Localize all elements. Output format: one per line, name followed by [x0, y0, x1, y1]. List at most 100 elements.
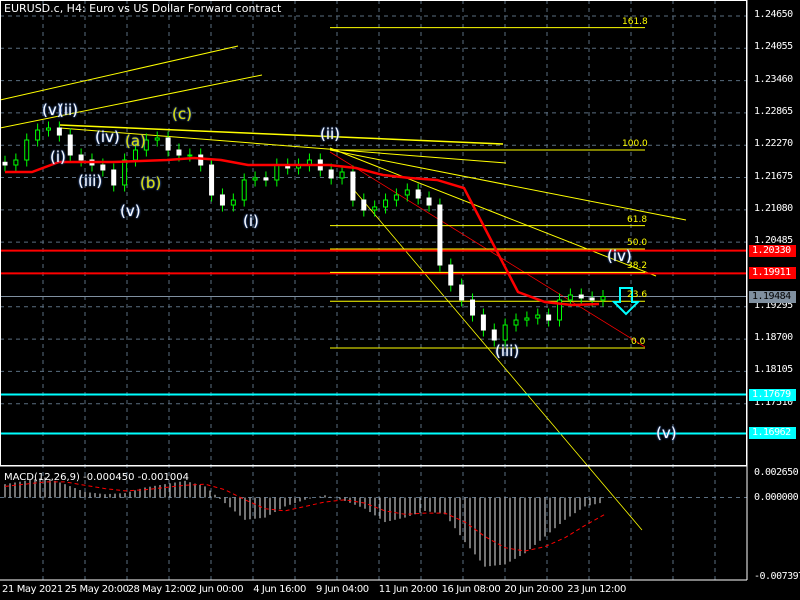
candle-body: [328, 169, 334, 179]
candle-body: [404, 189, 410, 196]
candles: [2, 121, 606, 347]
price-tick-label: 1.24650: [754, 9, 793, 20]
candle-body: [165, 137, 171, 151]
candle-body: [491, 329, 497, 341]
candle-body: [589, 297, 595, 301]
trendlines: [0, 45, 687, 531]
candle-body: [252, 177, 258, 181]
time-tick-label: 28 May 12:00: [127, 584, 192, 595]
candle-body: [502, 324, 508, 341]
candle-body: [600, 296, 606, 301]
candle-body: [513, 319, 519, 326]
wave-label: (a): [125, 132, 146, 150]
candle-body: [470, 299, 476, 316]
candle-body: [546, 314, 552, 321]
time-tick-label: 20 Jun 20:00: [504, 584, 564, 595]
macd-tick-label: 0.000000: [754, 491, 799, 503]
candle-body: [209, 164, 215, 196]
price-tick-label: 1.22865: [754, 105, 793, 117]
price-tick-label: 1.22270: [754, 138, 793, 150]
wave-label: (ii): [58, 101, 79, 119]
price-tick-label: 1.24055: [754, 41, 793, 53]
candle-body: [100, 164, 106, 171]
time-tick-label: 9 Jun 04:00: [316, 584, 369, 595]
time-tick-label: 21 May 2021: [2, 584, 63, 595]
chart-canvas[interactable]: [0, 0, 800, 600]
candle-body: [415, 189, 421, 199]
candle-body: [67, 134, 73, 156]
candle-body: [78, 154, 84, 161]
candle-body: [426, 197, 432, 206]
time-tick-label: 25 May 20:00: [64, 584, 129, 595]
price-tick-label: 1.23460: [754, 73, 793, 85]
time-tick-label: 16 Jun 08:00: [441, 584, 501, 595]
main-frame: [0, 0, 747, 466]
macd-label: MACD(12,26,9) -0.000450 -0.001004: [4, 472, 189, 483]
candle-body: [45, 127, 51, 131]
wave-label: (b): [140, 174, 162, 192]
candle-body: [111, 169, 117, 186]
time-tick-label: 4 Jun 16:00: [253, 584, 306, 595]
price-tick-label: 1.21675: [754, 170, 793, 182]
price-level-tag: 1.16962: [749, 427, 796, 440]
fibonacci-level-label: 100.0: [622, 139, 648, 149]
candle-body: [393, 194, 399, 201]
candle-body: [274, 164, 280, 181]
fibonacci-level-label: 0.0: [631, 336, 646, 347]
candle-body: [198, 154, 204, 166]
price-level-tag: 1.19484: [749, 290, 796, 303]
macd-tick-label: 0.002650: [754, 467, 799, 478]
chart-title: EURUSD.c, H4: Euro vs US Dollar Forward …: [4, 2, 282, 15]
candle-body: [578, 294, 584, 299]
wave-label: (v): [120, 202, 141, 220]
fibonacci-retracement[interactable]: [330, 27, 645, 349]
candle-body: [122, 159, 128, 186]
candle-body: [350, 171, 356, 201]
wave-label: (i): [50, 148, 66, 166]
wave-label: (iv): [607, 247, 632, 265]
candle-body: [56, 127, 62, 136]
price-level-tag: 1.17679: [749, 388, 796, 401]
candle-body: [24, 139, 30, 161]
candle-body: [176, 149, 182, 156]
candle-body: [339, 171, 345, 179]
wave-label: (iii): [495, 342, 520, 360]
wave-label: (iii): [78, 172, 103, 190]
trendline[interactable]: [0, 74, 263, 129]
time-tick-label: 2 Jun 00:00: [190, 584, 244, 595]
candle-body: [372, 206, 378, 211]
wave-label: (i): [243, 212, 259, 230]
candle-body: [132, 149, 138, 161]
candle-body: [187, 154, 193, 157]
candle-body: [437, 204, 443, 266]
candle-body: [361, 199, 367, 211]
candle-body: [219, 194, 225, 206]
candle-body: [241, 179, 247, 201]
candle-body: [230, 199, 236, 206]
candle-body: [459, 284, 465, 301]
candle-body: [35, 129, 41, 141]
candle-body: [2, 161, 8, 166]
candle-body: [263, 177, 269, 181]
candle-body: [567, 294, 573, 301]
fibonacci-level-label: 23.6: [627, 290, 648, 301]
price-tick-label: 1.18700: [754, 332, 793, 344]
price-tick-label: 1.21080: [754, 202, 793, 214]
fibonacci-level-label: 161.8: [622, 16, 648, 27]
time-tick-label: 11 Jun 20:00: [378, 584, 438, 595]
channel-line[interactable]: [353, 189, 643, 531]
trendline[interactable]: [0, 45, 239, 101]
wave-label: (c): [172, 105, 192, 123]
candle-body: [448, 264, 454, 286]
candle-body: [154, 137, 160, 141]
price-tick-label: 1.18105: [754, 364, 793, 376]
candle-body: [13, 159, 19, 166]
candle-body: [535, 314, 541, 319]
wave-label: (v): [656, 424, 677, 442]
wave-label: (iv): [95, 128, 120, 146]
candle-body: [383, 199, 389, 208]
macd-tick-label: -0.007397: [754, 571, 800, 582]
candle-body: [524, 317, 530, 321]
price-level-tag: 1.20330: [749, 244, 796, 257]
wave-label: (ii): [320, 125, 341, 143]
